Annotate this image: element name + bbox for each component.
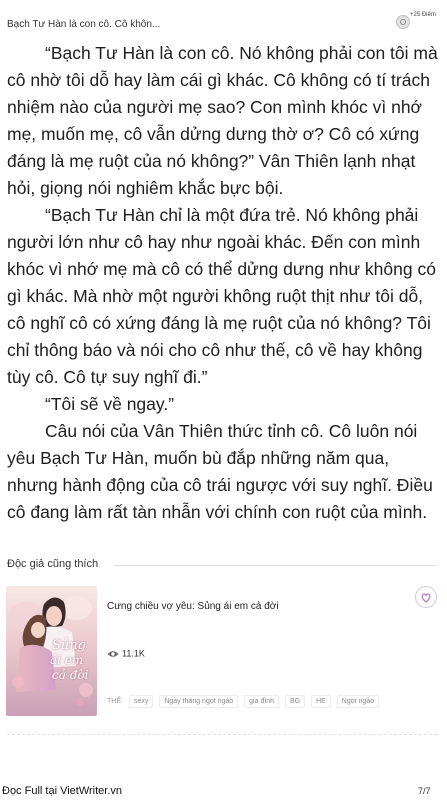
paragraph: “Tôi sẽ về ngay.” bbox=[45, 394, 175, 414]
top-bar: Bạch Tư Hàn là con cô. Cô khôn... +25 Đi… bbox=[0, 0, 447, 36]
chapter-content: “Bạch Tư Hàn là con cô. Nó không phải co… bbox=[7, 40, 443, 526]
coin-icon[interactable] bbox=[396, 15, 410, 29]
tag-list: THỂ sexy Ngày tháng ngọt ngào gia đình B… bbox=[107, 695, 383, 709]
footer-divider bbox=[7, 734, 437, 735]
view-count-value: 11.1K bbox=[122, 648, 145, 659]
recommend-section-title: Độc giả cũng thích bbox=[7, 558, 99, 570]
paragraph: “Bạch Tư Hàn là con cô. Nó không phải co… bbox=[7, 43, 438, 198]
paragraph: “Bạch Tư Hàn chỉ là một đứa trẻ. Nó khôn… bbox=[7, 205, 436, 387]
paragraph: Câu nói của Vân Thiên thức tỉnh cô. Cô l… bbox=[7, 421, 433, 522]
cover-title-line: Sủng bbox=[52, 638, 86, 653]
recommended-book-card[interactable]: Sủng ái em cả đời Cưng chiều vợ yêu: Sủn… bbox=[0, 578, 447, 728]
chapter-title: Bạch Tư Hàn là con cô. Cô khôn... bbox=[7, 19, 161, 30]
favorite-button[interactable] bbox=[415, 586, 437, 608]
tag[interactable]: Ngọt ngào bbox=[336, 695, 380, 708]
tag[interactable]: sexy bbox=[128, 695, 154, 708]
tag[interactable]: Ngày tháng ngọt ngào bbox=[159, 695, 239, 708]
section-divider bbox=[114, 565, 437, 566]
tag-label: THỂ bbox=[107, 698, 121, 705]
cover-title-line: cả đời bbox=[52, 668, 89, 682]
tag[interactable]: BG bbox=[285, 695, 306, 708]
site-credit: Đọc Full tại VietWriter.vn bbox=[2, 785, 123, 797]
view-count: 11.1K bbox=[107, 648, 145, 660]
tag[interactable]: HE bbox=[311, 695, 331, 708]
cover-title: Sủng ái em cả đời bbox=[50, 638, 96, 698]
book-title[interactable]: Cưng chiều vợ yêu: Sủng ái em cả đời bbox=[107, 601, 279, 612]
heart-icon bbox=[421, 593, 431, 603]
page-indicator: 7/7 bbox=[418, 786, 431, 796]
eye-icon bbox=[107, 650, 119, 657]
cover-title-line: ái em bbox=[50, 653, 84, 667]
tag[interactable]: gia đình bbox=[244, 695, 280, 708]
points-badge: +25 Điểm bbox=[410, 12, 436, 18]
